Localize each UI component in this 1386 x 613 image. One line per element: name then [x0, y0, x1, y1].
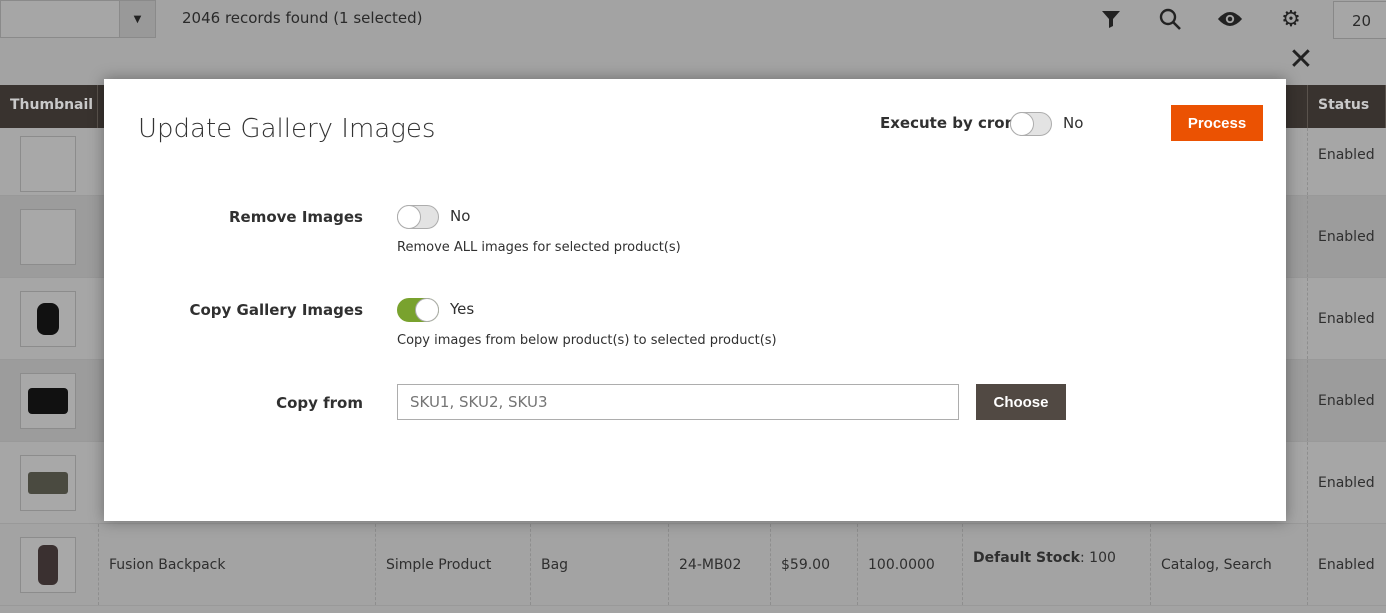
copy-gallery-images-note: Copy images from below product(s) to sel…	[397, 333, 777, 348]
sku-cell: 24-MB02	[668, 524, 770, 605]
column-thumbnail[interactable]: Thumbnail	[0, 85, 98, 128]
stock-label: Default Stock	[973, 550, 1080, 566]
copy-gallery-images-value: Yes	[450, 300, 475, 318]
status-cell: Enabled	[1307, 360, 1386, 441]
execute-by-cron-label: Execute by cron	[880, 114, 1016, 132]
toggle-knob	[415, 298, 439, 322]
status-cell: Enabled	[1307, 442, 1386, 523]
chevron-down-icon[interactable]: ▼	[119, 1, 155, 37]
remove-images-toggle[interactable]	[397, 205, 439, 229]
per-page-input[interactable]: 20	[1333, 1, 1386, 39]
copy-gallery-images-label: Copy Gallery Images	[189, 301, 363, 319]
type-cell: Simple Product	[375, 524, 530, 605]
copy-from-label: Copy from	[276, 394, 363, 412]
thumbnail-placeholder	[20, 136, 76, 192]
choose-button[interactable]: Choose	[976, 384, 1066, 420]
status-cell: Enabled	[1307, 196, 1386, 277]
status-cell: Enabled	[1307, 128, 1386, 195]
thumbnail-bag	[20, 455, 76, 511]
toggle-knob	[397, 205, 421, 229]
thumbnail-bag	[20, 373, 76, 429]
quantity-cell: 100.0000	[857, 524, 962, 605]
column-status[interactable]: Status	[1307, 85, 1386, 128]
thumbnail-fusion-backpack	[20, 537, 76, 593]
thumbnail-backpack	[20, 291, 76, 347]
status-cell: Enabled	[1307, 524, 1386, 605]
gear-icon[interactable]: ⚙	[1278, 6, 1304, 32]
toggle-knob	[1010, 112, 1034, 136]
price-cell: $59.00	[770, 524, 857, 605]
close-modal-icon[interactable]: ✕	[1288, 45, 1314, 75]
remove-images-value: No	[450, 207, 471, 225]
copy-gallery-images-toggle[interactable]	[397, 298, 439, 322]
remove-images-note: Remove ALL images for selected product(s…	[397, 240, 681, 255]
records-count: 2046 records found (1 selected)	[182, 9, 423, 27]
stock-value: : 100	[1080, 550, 1116, 566]
search-icon[interactable]	[1157, 6, 1183, 32]
copy-from-input[interactable]	[397, 384, 959, 420]
salable-quantity-cell: Default Stock: 100	[962, 524, 1150, 605]
execute-by-cron-value: No	[1063, 114, 1084, 132]
mass-action-select[interactable]: ▼	[0, 0, 156, 38]
modal-title: Update Gallery Images	[138, 114, 436, 144]
name-cell: Fusion Backpack	[98, 524, 375, 605]
filter-icon[interactable]	[1098, 6, 1124, 32]
attribute-set-cell: Bag	[530, 524, 668, 605]
update-gallery-images-modal: Update Gallery Images Execute by cron No…	[104, 79, 1286, 521]
status-cell: Enabled	[1307, 278, 1386, 359]
process-button[interactable]: Process	[1171, 105, 1263, 141]
visibility-cell: Catalog, Search	[1150, 524, 1307, 605]
execute-by-cron-toggle[interactable]	[1010, 112, 1052, 136]
thumbnail-placeholder	[20, 209, 76, 265]
eye-icon[interactable]	[1217, 6, 1243, 32]
remove-images-label: Remove Images	[228, 208, 363, 226]
table-row[interactable]: Fusion Backpack Simple Product Bag 24-MB…	[0, 524, 1386, 606]
